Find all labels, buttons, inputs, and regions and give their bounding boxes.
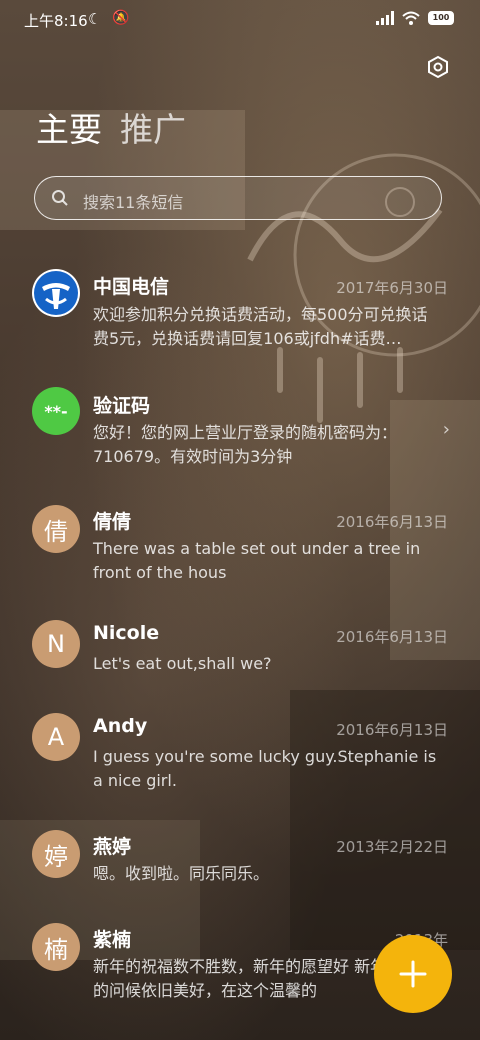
avatar: 倩 [32,505,80,553]
mute-icon: 🔕 [112,10,130,26]
tab-main[interactable]: 主要 [36,108,102,152]
conversation-item[interactable]: A Andy 2016年6月13日 I guess you're some lu… [0,713,480,813]
search-input[interactable]: 搜索11条短信 [34,176,442,220]
wifi-icon [402,11,420,25]
message-preview: 您好！您的网上营业厅登录的随机密码为：710679。有效时间为3分钟 [93,423,398,466]
verification-avatar: **- [32,387,80,435]
search-placeholder: 搜索11条短信 [83,193,184,212]
signal-icon [376,11,394,25]
conversation-item[interactable]: **- 验证码 您好！您的网上营业厅登录的随机密码为：710679。有效时间为3… [0,385,480,485]
telecom-logo-icon [34,271,78,315]
sender-name: 燕婷 [93,836,132,858]
message-preview: Let's eat out,shall we? [93,654,272,673]
conversation-item[interactable]: 中国电信 2017年6月30日 欢迎参加积分兑换话费活动，每500分可兑换话费5… [0,265,480,365]
message-date: 2017年6月30日 [336,279,448,297]
chevron-right-icon: › [442,419,450,440]
tab-bar: 主要 推广 [36,108,186,152]
message-date: 2016年6月13日 [336,628,448,646]
message-date: 2016年6月13日 [336,721,448,739]
new-message-button[interactable] [374,935,452,1013]
plus-icon [399,960,427,988]
status-bar: 上午8:16 ☾ 🔕 100 [0,0,480,40]
sender-name: 验证码 [93,395,151,417]
message-preview: 新年的祝福数不胜数，新年的愿望好 新年的问候依旧美好，在这个温馨的 [93,957,387,1000]
settings-icon[interactable] [426,55,450,79]
message-date: 2013年2月22日 [336,838,448,856]
conversation-item[interactable]: 倩 倩倩 2016年6月13日 There was a table set ou… [0,505,480,605]
sender-name: 倩倩 [93,511,132,533]
sender-name: Nicole [93,622,160,644]
search-icon [52,190,68,206]
conversation-item[interactable]: 婷 燕婷 2013年2月22日 嗯。收到啦。同乐同乐。 [0,830,480,900]
avatar: N [32,620,80,668]
avatar: 婷 [32,830,80,878]
message-preview: I guess you're some lucky guy.Stephanie … [93,747,437,790]
battery-icon: 100 [428,11,454,25]
sender-name: 紫楠 [93,929,132,951]
message-preview: There was a table set out under a tree i… [93,539,421,582]
message-preview: 欢迎参加积分兑换话费活动，每500分可兑换话费5元，兑换话费请回复106或jfd… [93,305,428,348]
message-date: 2016年6月13日 [336,513,448,531]
moon-icon: ☾ [88,10,102,28]
sender-name: Andy [93,715,148,737]
sender-name: 中国电信 [93,276,170,298]
avatar: 楠 [32,923,80,971]
tab-promotions[interactable]: 推广 [120,108,186,152]
status-time: 上午8:16 [24,12,88,30]
conversation-item[interactable]: N Nicole 2016年6月13日 Let's eat out,shall … [0,620,480,700]
telecom-logo-avatar [32,269,80,317]
avatar: A [32,713,80,761]
message-preview: 嗯。收到啦。同乐同乐。 [93,864,270,883]
